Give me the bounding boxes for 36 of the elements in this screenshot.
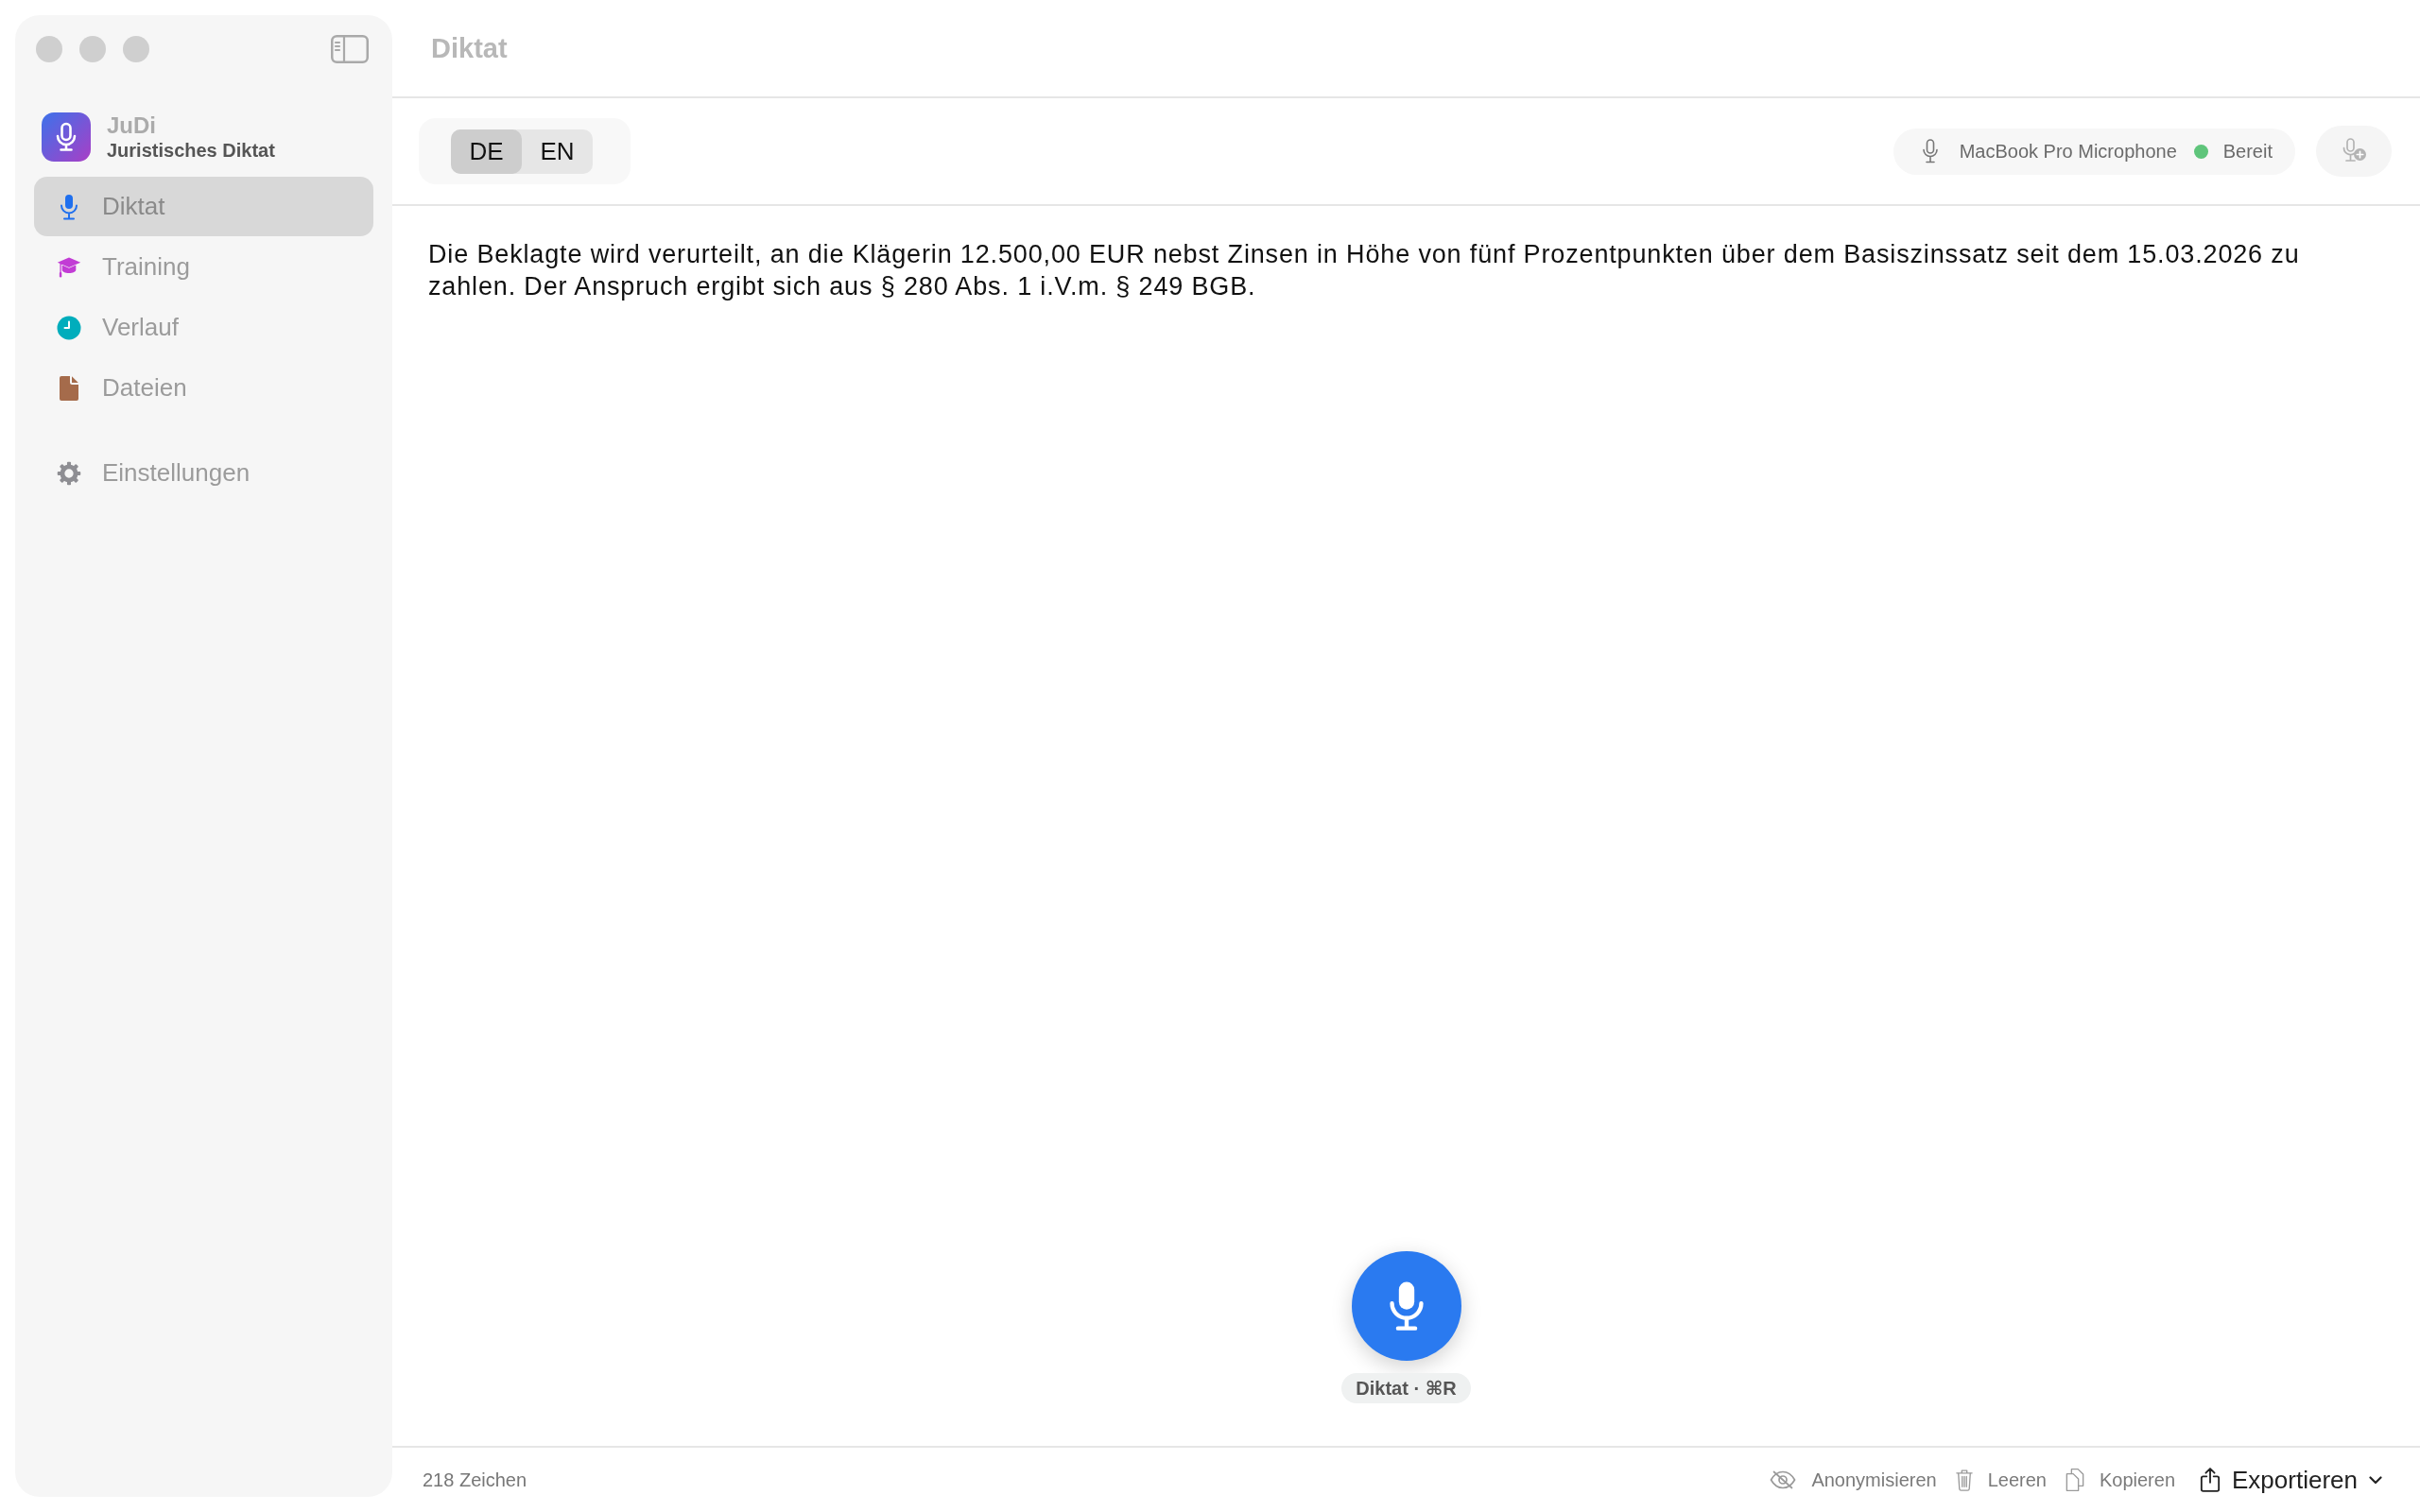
microphone-icon — [60, 193, 78, 220]
window-control-icon[interactable] — [79, 36, 106, 62]
microphone-icon — [1921, 139, 1939, 163]
device-name: MacBook Pro Microphone — [1959, 140, 2177, 163]
shortcut-hint: Diktat · ⌘R — [1341, 1373, 1471, 1403]
app-name: JuDi — [107, 112, 157, 139]
document-icon — [59, 374, 79, 402]
character-count: 218 Zeichen — [423, 1469, 527, 1491]
language-tab[interactable]: EN — [522, 129, 593, 174]
sidebar-item[interactable]: Dateien — [34, 358, 373, 418]
app-subtitle: Juristisches Diktat — [107, 139, 275, 162]
window-control-icon[interactable] — [123, 36, 149, 62]
anonymize-button[interactable]: Anonymisieren — [1770, 1469, 1937, 1491]
share-icon — [2200, 1467, 2221, 1493]
sidebar-toggle-icon[interactable] — [331, 35, 369, 63]
chevron-down-icon — [2369, 1475, 2382, 1485]
clear-button[interactable]: Leeren — [1955, 1469, 2047, 1491]
language-tab[interactable]: DE — [451, 129, 522, 174]
window-title: Diktat — [431, 32, 508, 64]
clock-icon — [57, 315, 81, 340]
window-control-icon[interactable] — [36, 36, 62, 62]
copy-button[interactable]: Kopieren — [2065, 1468, 2176, 1492]
status-label: Bereit — [2222, 140, 2273, 163]
sidebar-item[interactable]: Verlauf — [34, 298, 373, 357]
app-logo-icon — [42, 112, 91, 162]
sidebar-item[interactable]: Training — [34, 237, 373, 297]
export-button[interactable]: Exportieren — [2200, 1465, 2382, 1495]
sidebar-item[interactable]: Einstellungen — [34, 443, 373, 503]
trash-icon — [1955, 1469, 1973, 1491]
copy-icon — [2065, 1468, 2084, 1492]
transcript-text: Die Beklagte wird verurteilt, an die Klägerin 12.500,00 EUR nebst Zinsen in Höhe von fünf Prozentpunkten über dem Basiszinssatz seit dem 15.03.2026 zu zahlen. Der Anspruch ergibt sich aus § 280 Abs. 1 i.V.m. § 249 BGB. — [428, 239, 2301, 302]
gear-icon — [57, 459, 81, 487]
eye-slash-icon — [1770, 1470, 1797, 1489]
sidebar-item[interactable]: Diktat — [34, 177, 373, 236]
microphone-icon — [1387, 1280, 1426, 1332]
microphone-status[interactable]: MacBook Pro Microphone Bereit — [1893, 128, 2295, 175]
